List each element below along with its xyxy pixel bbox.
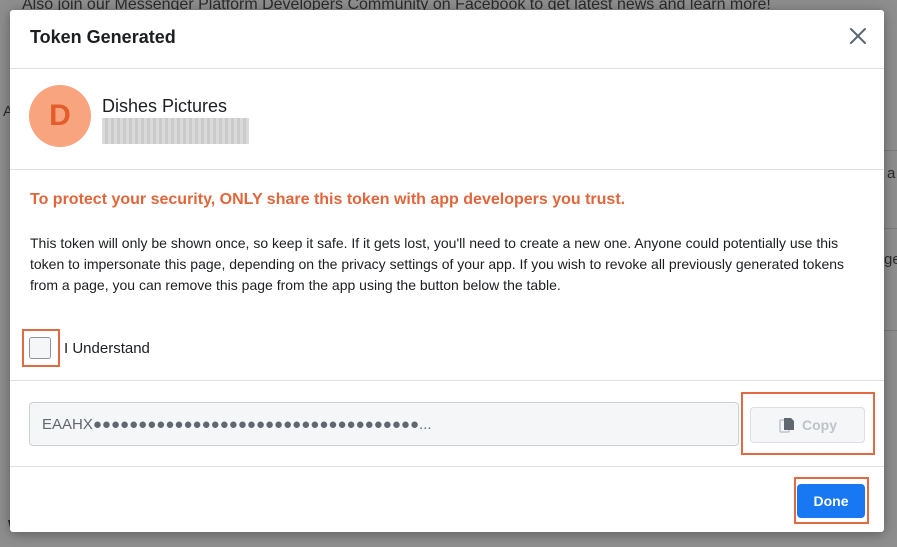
- dialog-header: Token Generated: [10, 10, 884, 69]
- background-divider: [884, 150, 897, 151]
- copy-button[interactable]: Copy: [750, 407, 865, 443]
- background-divider: [884, 228, 897, 229]
- avatar-letter: D: [49, 99, 71, 132]
- background-fragment: a: [887, 165, 896, 182]
- divider: [10, 169, 884, 170]
- avatar: D: [29, 85, 91, 147]
- token-field[interactable]: EAAHX ●●●●●●●●●●●●●●●●●●●●●●●●●●●●●●●●●●●…: [29, 402, 739, 446]
- background-fragment: ge: [884, 251, 897, 268]
- divider: [10, 466, 884, 467]
- redacted-page-id: [102, 118, 249, 144]
- copy-icon: [778, 416, 796, 434]
- background-divider: [884, 330, 897, 331]
- divider: [10, 380, 884, 381]
- dialog-title: Token Generated: [30, 27, 176, 47]
- done-button[interactable]: Done: [797, 484, 865, 518]
- understand-label[interactable]: I Understand: [64, 340, 150, 357]
- copy-label: Copy: [802, 417, 837, 433]
- page-name: Dishes Pictures: [102, 96, 228, 116]
- security-warning: To protect your security, ONLY share thi…: [30, 191, 626, 208]
- token-masked: ●●●●●●●●●●●●●●●●●●●●●●●●●●●●●●●●●●●●...: [92, 415, 432, 433]
- token-prefix: EAAHX: [42, 415, 93, 433]
- token-info-text: This token will only be shown once, so k…: [30, 235, 845, 293]
- token-generated-dialog: Token Generated D Dishes Pictures To pro…: [10, 10, 884, 532]
- understand-checkbox[interactable]: [29, 337, 51, 359]
- close-icon[interactable]: [846, 24, 870, 48]
